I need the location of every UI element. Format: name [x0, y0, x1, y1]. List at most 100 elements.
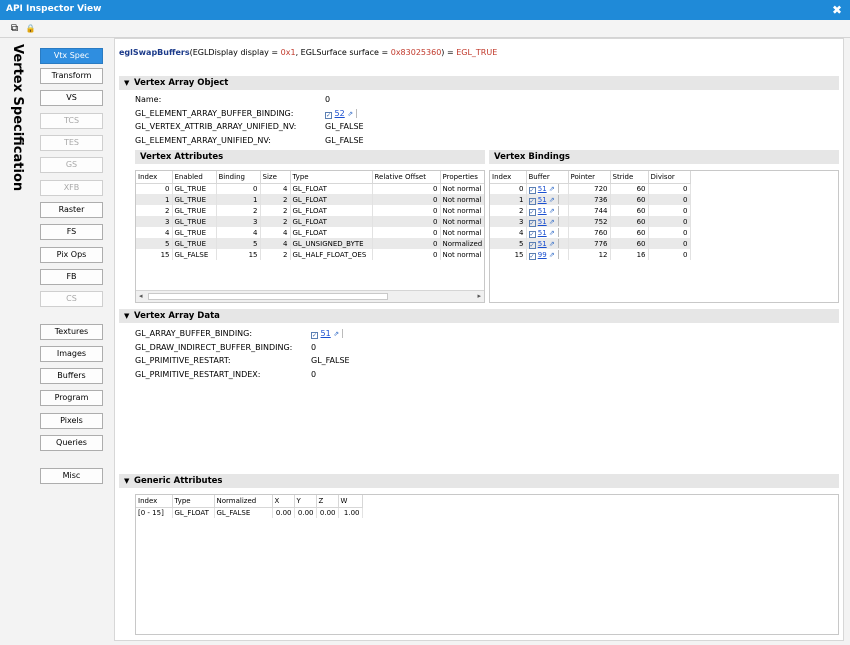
column-header[interactable]: Enabled — [172, 171, 217, 184]
vao-section-header[interactable]: ▼ Vertex Array Object — [119, 76, 839, 90]
close-icon[interactable]: ✖ — [832, 3, 842, 17]
column-header[interactable]: Buffer — [526, 171, 569, 184]
stage-button-fb[interactable]: FB — [40, 269, 103, 285]
table-row[interactable]: 2 ✓ 51 ⇗ 744 60 0 — [490, 205, 691, 216]
column-header[interactable]: Index — [490, 171, 527, 184]
column-header[interactable]: Pointer — [568, 171, 611, 184]
table-cell[interactable]: ✓ 51 ⇗ — [526, 205, 569, 216]
buffer-link[interactable]: 51 — [538, 185, 547, 193]
buffer-link[interactable]: 51 — [321, 329, 331, 338]
call-function[interactable]: eglSwapBuffers — [119, 48, 190, 57]
stage-button-misc[interactable]: Misc — [40, 468, 103, 484]
buffer-pin-icon[interactable]: ⇗ — [549, 229, 555, 237]
column-header[interactable]: Index — [136, 495, 173, 508]
column-header[interactable]: Stride — [610, 171, 649, 184]
buffer-pin-icon[interactable]: ⇗ — [549, 251, 555, 259]
copy-icon[interactable]: ⧉ — [8, 22, 21, 35]
lock-icon[interactable]: 🔒 — [24, 22, 37, 35]
buffer-link[interactable]: 52 — [335, 109, 345, 118]
vertex-attributes-table[interactable]: Index Enabled Binding Size Type Relative Offs… — [135, 170, 485, 303]
stage-button-images[interactable]: Images — [40, 346, 103, 362]
stage-button-vs[interactable]: VS — [40, 90, 103, 106]
buffer-pin-icon[interactable]: ⇗ — [549, 207, 555, 215]
buffer-link[interactable]: 99 — [538, 251, 547, 259]
vertex-bindings-table[interactable]: Index Buffer Pointer Stride Divisor 0 ✓ 51 ⇗ 7… — [489, 170, 839, 303]
stage-button-textures[interactable]: Textures — [40, 324, 103, 340]
table-cell[interactable]: ✓ 51 ⇗ — [526, 227, 569, 238]
table-row[interactable]: 3 GL_TRUE 3 2 GL_FLOAT 0 Not normal — [136, 216, 484, 227]
buffer-check-icon[interactable]: ✓ — [528, 197, 536, 205]
horizontal-scrollbar[interactable]: ◂ ▸ — [136, 290, 484, 302]
table-cell[interactable]: ✓ 51 ⇗ — [526, 216, 569, 227]
column-header[interactable]: Index — [136, 171, 173, 184]
column-header[interactable]: Relative Offset — [372, 171, 441, 184]
buffer-link[interactable]: 51 — [538, 196, 547, 204]
buffer-check-icon[interactable]: ✓ — [528, 208, 536, 216]
stage-button-fs[interactable]: FS — [40, 224, 103, 240]
scroll-left-icon[interactable]: ◂ — [139, 292, 143, 300]
generic-attributes-table[interactable]: Index Type Normalized X Y Z W [0 - 15] GL_FLOAT… — [135, 494, 839, 635]
property-value[interactable]: ✓ 52 ⇗ — [325, 108, 358, 119]
buffer-check-icon[interactable]: ✓ — [311, 332, 318, 339]
table-row[interactable]: 3 ✓ 51 ⇗ 752 60 0 — [490, 216, 691, 227]
column-header[interactable]: Normalized — [214, 495, 273, 508]
buffer-check-icon[interactable]: ✓ — [325, 111, 332, 119]
buffer-link[interactable]: 51 — [538, 218, 547, 226]
table-row[interactable]: 15 ✓ 99 ⇗ 12 16 0 — [490, 249, 691, 260]
column-header[interactable]: Divisor — [648, 171, 691, 184]
table-row[interactable]: 1 ✓ 51 ⇗ 736 60 0 — [490, 194, 691, 205]
buffer-pin-icon[interactable]: ⇗ — [549, 185, 555, 193]
stage-button-raster[interactable]: Raster — [40, 202, 103, 218]
property-value[interactable]: ✓ 51 ⇗ — [311, 329, 344, 339]
stage-button-transform[interactable]: Transform — [40, 68, 103, 84]
stage-button-vtx-spec[interactable]: Vtx Spec — [40, 48, 103, 64]
column-header[interactable]: Size — [260, 171, 291, 184]
buffer-check-icon[interactable]: ✓ — [528, 219, 536, 227]
scroll-right-icon[interactable]: ▸ — [477, 292, 481, 300]
buffer-pin-icon[interactable]: ⇗ — [549, 196, 555, 204]
buffer-pin-icon[interactable]: ⇗ — [347, 110, 353, 118]
column-header[interactable]: Type — [290, 171, 373, 184]
table-cell[interactable]: ✓ 51 ⇗ — [526, 183, 569, 194]
buffer-link[interactable]: 51 — [538, 240, 547, 248]
stage-button-pix-ops[interactable]: Pix Ops — [40, 247, 103, 263]
stage-button-cs[interactable]: CS — [40, 291, 103, 307]
stage-button-queries[interactable]: Queries — [40, 435, 103, 451]
buffer-check-icon[interactable]: ✓ — [528, 252, 536, 260]
table-cell[interactable]: ✓ 51 ⇗ — [526, 194, 569, 205]
table-cell[interactable]: ✓ 99 ⇗ — [526, 249, 569, 260]
table-row[interactable]: 0 GL_TRUE 0 4 GL_FLOAT 0 Not normal — [136, 183, 484, 194]
buffer-pin-icon[interactable]: ⇗ — [549, 240, 555, 248]
buffer-link[interactable]: 51 — [538, 229, 547, 237]
stage-button-pixels[interactable]: Pixels — [40, 413, 103, 429]
stage-button-tcs[interactable]: TCS — [40, 113, 103, 129]
generic-section-header[interactable]: ▼ Generic Attributes — [119, 474, 839, 488]
column-header[interactable]: Type — [172, 495, 215, 508]
scrollbar-thumb[interactable] — [148, 293, 388, 300]
stage-button-buffers[interactable]: Buffers — [40, 368, 103, 384]
vad-section-header[interactable]: ▼ Vertex Array Data — [119, 309, 839, 323]
table-row[interactable]: 15 GL_FALSE 15 2 GL_HALF_FLOAT_OES 0 Not norma… — [136, 249, 484, 260]
stage-button-program[interactable]: Program — [40, 390, 103, 406]
table-row[interactable]: 1 GL_TRUE 1 2 GL_FLOAT 0 Not normal — [136, 194, 484, 205]
table-row[interactable]: 4 ✓ 51 ⇗ 760 60 0 — [490, 227, 691, 238]
table-row[interactable]: 4 GL_TRUE 4 4 GL_FLOAT 0 Not normal — [136, 227, 484, 238]
table-row[interactable]: 0 ✓ 51 ⇗ 720 60 0 — [490, 183, 691, 194]
stage-button-xfb[interactable]: XFB — [40, 180, 103, 196]
buffer-check-icon[interactable]: ✓ — [528, 241, 536, 249]
table-row[interactable]: 5 ✓ 51 ⇗ 776 60 0 — [490, 238, 691, 249]
table-cell[interactable]: ✓ 51 ⇗ — [526, 238, 569, 249]
table-row[interactable]: 5 GL_TRUE 5 4 GL_UNSIGNED_BYTE 0 Normalized — [136, 238, 484, 249]
buffer-check-icon[interactable]: ✓ — [528, 186, 536, 194]
buffer-pin-icon[interactable]: ⇗ — [549, 218, 555, 226]
buffer-pin-icon[interactable]: ⇗ — [333, 330, 339, 338]
stage-button-gs[interactable]: GS — [40, 157, 103, 173]
buffer-link[interactable]: 51 — [538, 207, 547, 215]
buffer-check-icon[interactable]: ✓ — [528, 230, 536, 238]
column-header[interactable]: Z — [316, 495, 339, 508]
table-row[interactable]: [0 - 15] GL_FLOAT GL_FALSE 0.00 0.00 0.00 1.00 — [136, 507, 363, 518]
stage-button-tes[interactable]: TES — [40, 135, 103, 151]
column-header[interactable]: W — [338, 495, 363, 508]
column-header[interactable]: X — [272, 495, 295, 508]
column-header[interactable]: Binding — [216, 171, 261, 184]
